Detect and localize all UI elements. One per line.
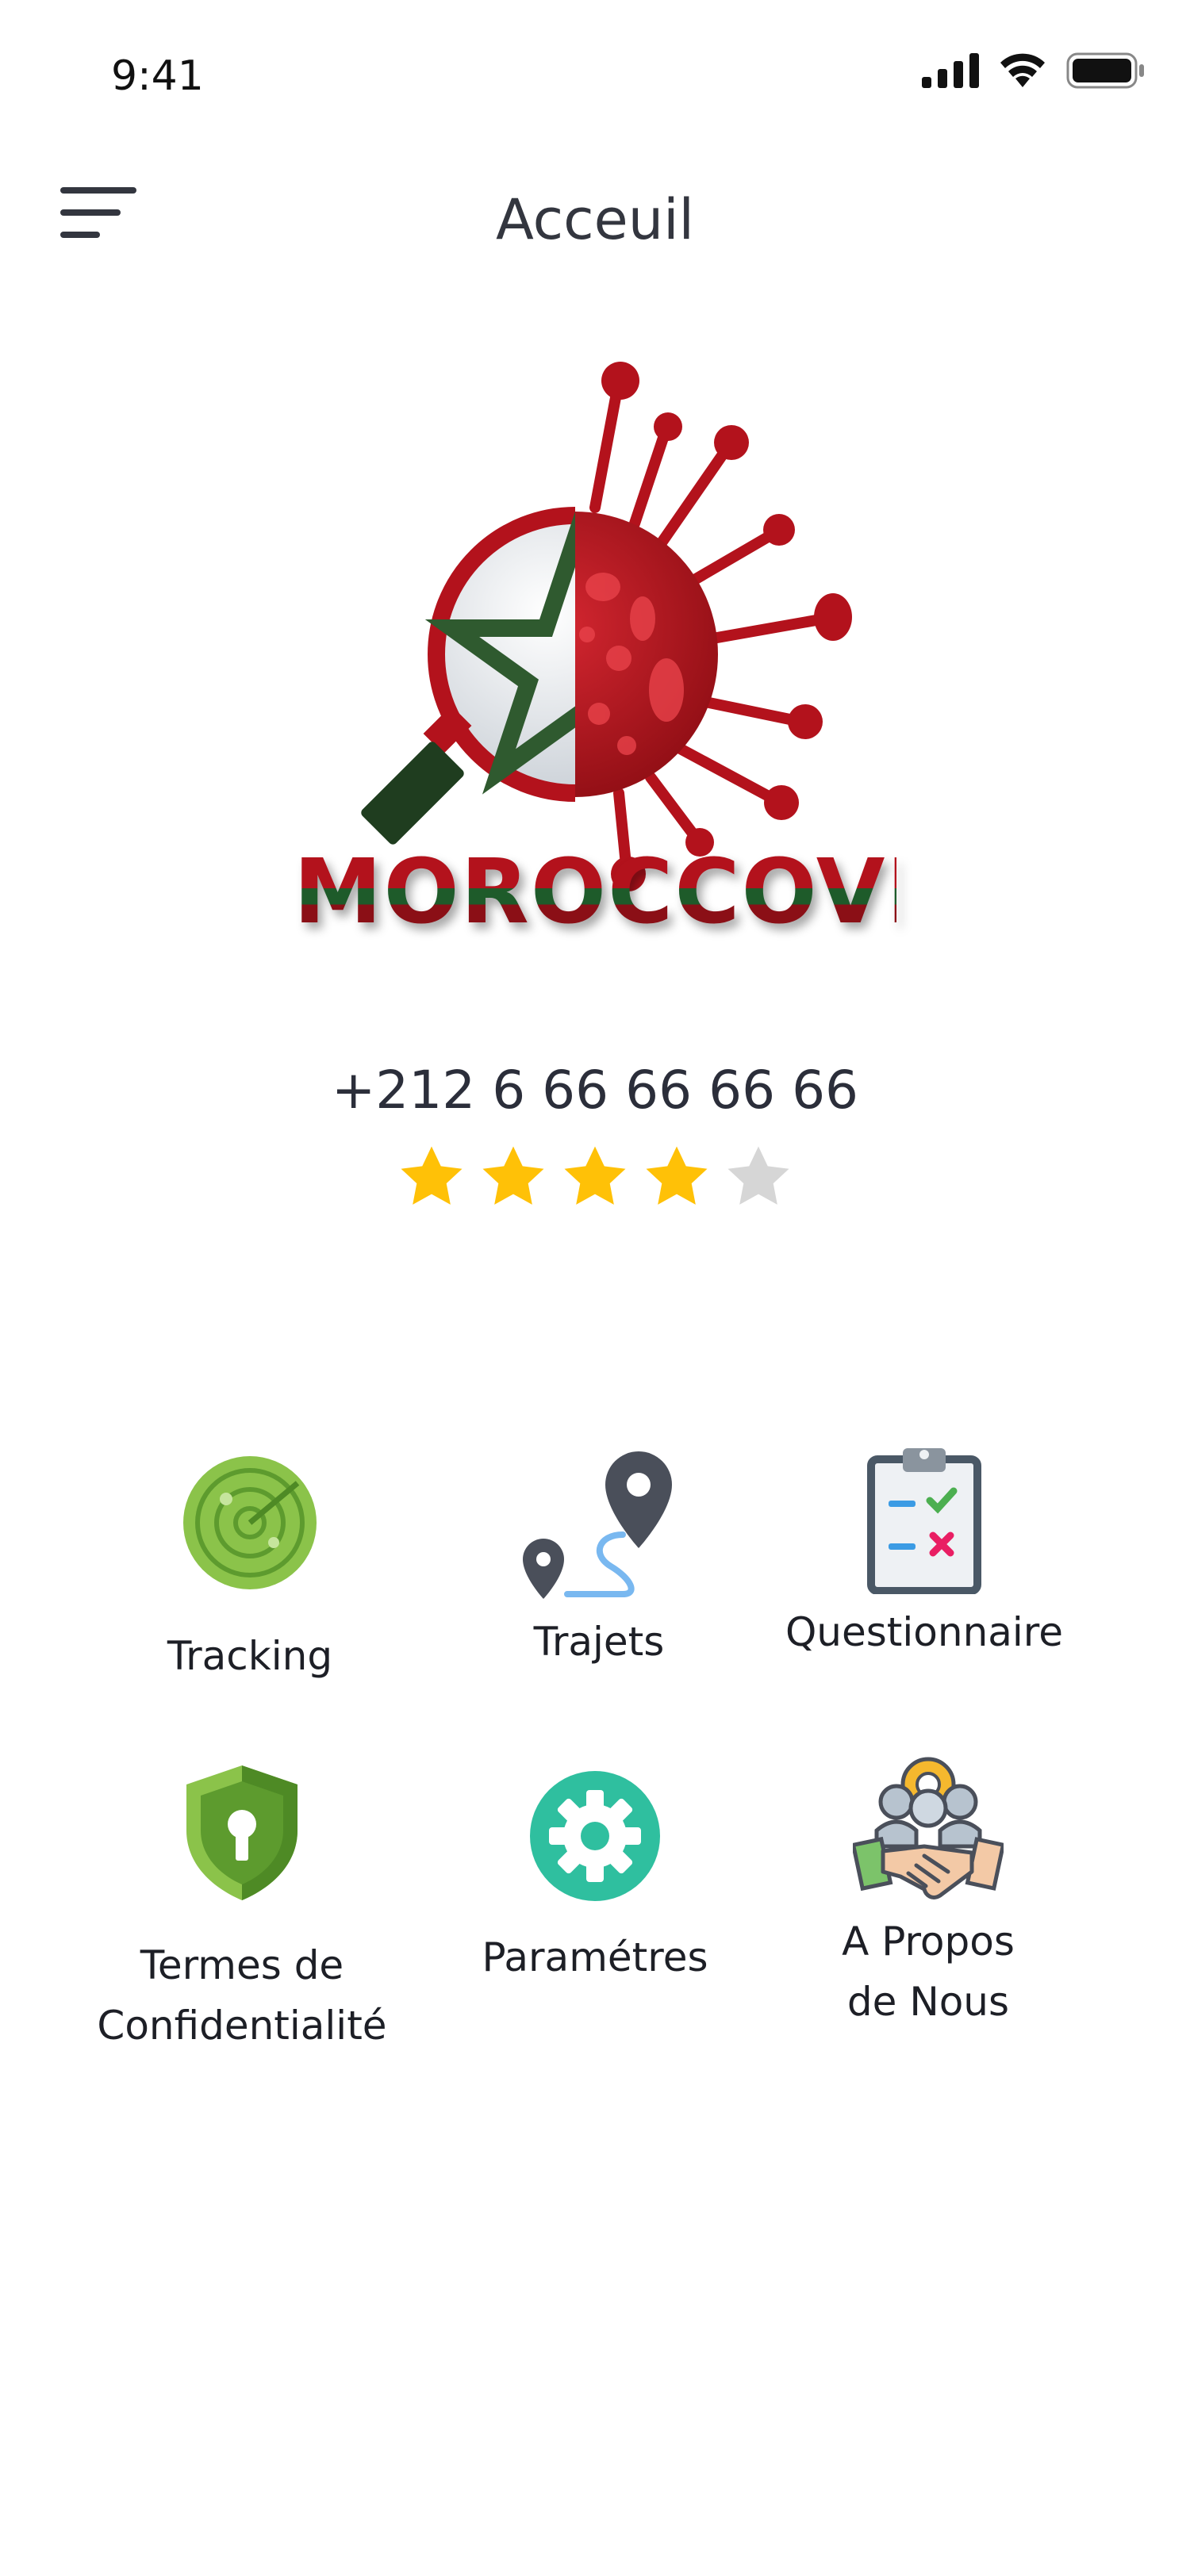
star-icon [401,1146,463,1205]
page-title: Acceuil [496,187,694,252]
menu-about-us-label: A Propos de Nous [842,1919,1015,2025]
clipboard-checklist-icon [867,1448,981,1594]
star-icon [564,1146,626,1205]
wifi-icon [1000,53,1045,87]
star-icon [482,1146,544,1205]
route-pin-icon [523,1451,672,1599]
battery-icon [1066,52,1144,89]
gear-icon [530,1771,660,1901]
menu-trajets[interactable]: Trajets [468,1443,730,1672]
handshake-team-icon [853,1757,1004,1899]
star-icon [646,1146,708,1205]
logo-wordmark: MOROCCOVID [294,841,997,944]
menu-settings[interactable]: Paramétres [460,1769,730,1988]
star-icon [727,1146,789,1205]
phone-number: +212 6 66 66 66 66 [331,1060,859,1121]
menu-trajets-label: Trajets [533,1619,665,1665]
menu-tracking-label: Tracking [167,1633,333,1679]
shield-lock-icon [186,1765,298,1900]
menu-privacy-terms-label: Termes de Confidentialité [97,1942,387,2049]
rating-stars [397,1142,793,1212]
menu-about-us[interactable]: A Propos de Nous [785,1753,1071,2032]
radar-icon [183,1456,317,1589]
menu-questionnaire[interactable]: Questionnaire [777,1443,1071,1662]
menu-tracking[interactable]: Tracking [119,1451,381,1686]
menu-settings-label: Paramétres [482,1934,708,1980]
status-icons [922,52,1146,89]
menu-privacy-terms[interactable]: Termes de Confidentialité [79,1761,405,2056]
status-time: 9:41 [111,52,204,100]
menu-questionnaire-label: Questionnaire [785,1609,1064,1655]
cellular-signal-icon [922,53,979,88]
